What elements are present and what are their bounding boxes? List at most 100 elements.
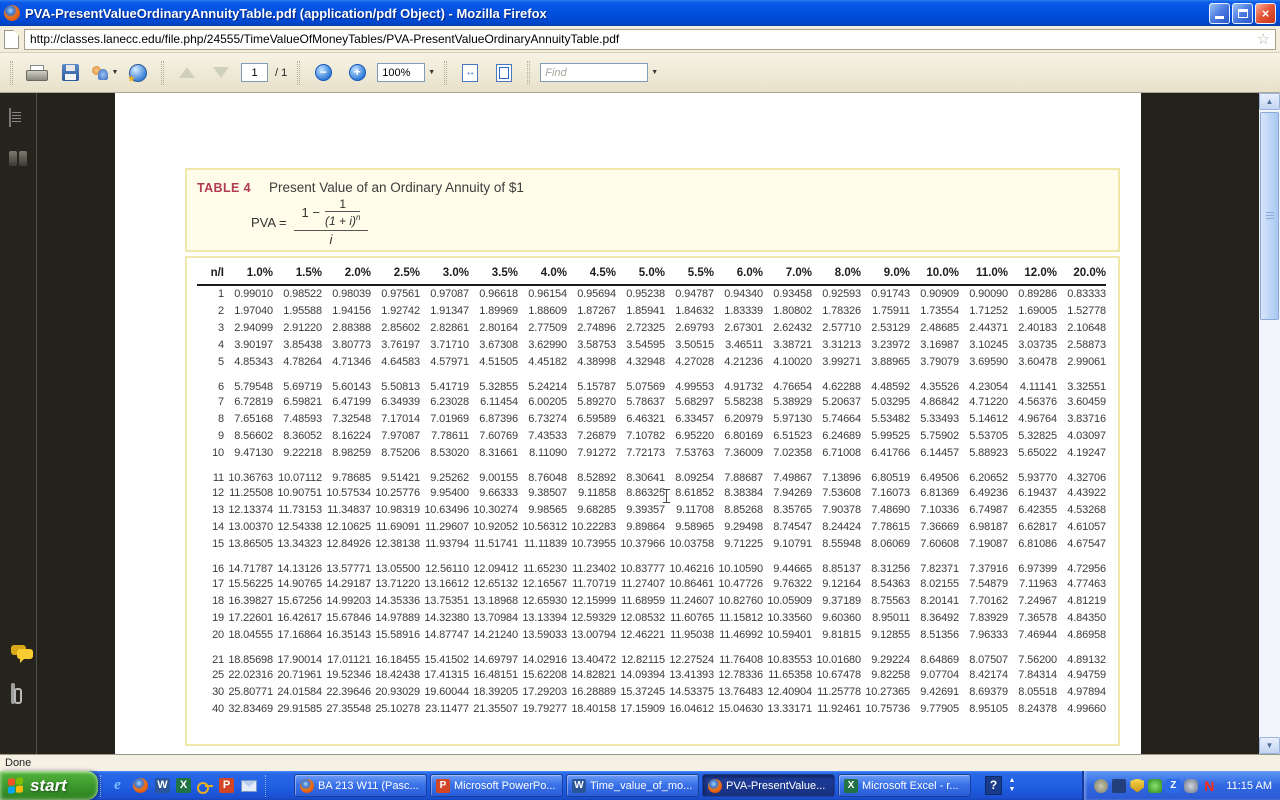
taskbar-task-4[interactable]: XMicrosoft Excel - r...	[838, 774, 971, 797]
toolbar-chevron-button[interactable]: ▲▼	[1005, 776, 1019, 795]
value-cell: 12.65930	[518, 592, 567, 609]
value-cell: 14.82821	[567, 666, 616, 683]
value-cell: 10.82760	[714, 592, 763, 609]
fit-page-button[interactable]	[489, 58, 519, 88]
value-cell: 8.02155	[910, 575, 959, 592]
tray-app-icon[interactable]	[1148, 779, 1162, 793]
value-cell: 11.51741	[469, 535, 518, 552]
print-button[interactable]	[21, 58, 51, 88]
firefox-icon[interactable]	[132, 777, 149, 794]
value-cell: 13.40472	[567, 643, 616, 666]
taskbar-task-0[interactable]: BA 213 W11 (Pasc...	[294, 774, 427, 797]
value-cell: 27.35548	[322, 700, 371, 717]
arrow-up-icon	[179, 67, 195, 78]
table-row: 109.471309.222188.982598.752068.530208.3…	[197, 444, 1106, 461]
value-cell: 9.11708	[665, 501, 714, 518]
attachments-paperclip-icon[interactable]	[11, 683, 15, 704]
previous-page-button[interactable]	[172, 58, 202, 88]
value-cell: 18.85698	[224, 643, 273, 666]
value-cell: 7.37916	[959, 552, 1008, 575]
firefox-icon	[300, 779, 314, 793]
zoom-level-select[interactable]: 100%	[377, 63, 425, 82]
value-cell: 15.67846	[322, 609, 371, 626]
norton-icon[interactable]: N	[1202, 779, 1216, 793]
value-cell: 7.72173	[616, 444, 665, 461]
volume-icon[interactable]	[1184, 779, 1198, 793]
fit-width-button[interactable]: ↔	[455, 58, 485, 88]
internet-explorer-icon[interactable]: e	[109, 777, 126, 794]
powerpoint-icon[interactable]: P	[219, 778, 234, 793]
value-cell: 13.00370	[224, 518, 273, 535]
scroll-down-button[interactable]: ▼	[1259, 737, 1280, 754]
zoom-dropdown-caret[interactable]: ▼	[425, 63, 438, 82]
period-cell: 18	[197, 592, 224, 609]
value-cell: 9.29224	[861, 643, 910, 666]
task-label: Microsoft PowerPo...	[454, 780, 555, 792]
close-button[interactable]: ×	[1255, 3, 1276, 24]
taskbar-task-3[interactable]: PVA-PresentValue...	[702, 774, 835, 797]
key-icon[interactable]	[197, 778, 213, 794]
value-cell: 5.53482	[861, 410, 910, 427]
taskbar-task-2[interactable]: WTime_value_of_mo...	[566, 774, 699, 797]
address-bar: http://classes.lanecc.edu/file.php/24555…	[0, 26, 1280, 53]
excel-icon[interactable]: X	[176, 778, 191, 793]
value-cell: 4.86842	[910, 393, 959, 410]
pages-panel-icon[interactable]	[9, 108, 11, 127]
page-number-input[interactable]: 1	[241, 63, 268, 82]
toolbar-grip	[297, 61, 300, 85]
language-bar-button[interactable]: ?	[985, 776, 1002, 795]
value-cell: 5.33493	[910, 410, 959, 427]
tray-app-icon[interactable]	[1094, 779, 1108, 793]
table-row: 65.795485.697195.601435.508135.417195.32…	[197, 370, 1106, 393]
web-button[interactable]	[123, 58, 153, 88]
value-cell: 1.78326	[812, 302, 861, 319]
value-cell: 13.70984	[469, 609, 518, 626]
value-cell: 11.25778	[812, 683, 861, 700]
bookmark-star-icon[interactable]: ☆	[1257, 32, 1270, 47]
outlook-mail-icon[interactable]	[240, 777, 257, 794]
period-cell: 17	[197, 575, 224, 592]
value-cell: 10.67478	[812, 666, 861, 683]
formula-inner-denominator: (1 + i)	[325, 214, 356, 228]
tray-z-icon[interactable]: Z	[1166, 779, 1180, 793]
table-row: 3025.8077124.0158422.3964620.9302919.600…	[197, 683, 1106, 700]
value-cell: 14.87747	[420, 626, 469, 643]
value-cell: 6.62817	[1008, 518, 1057, 535]
search-binoculars-icon[interactable]	[9, 151, 29, 166]
restore-button[interactable]	[1232, 3, 1253, 24]
find-dropdown-caret[interactable]: ▼	[648, 63, 661, 82]
value-cell: 6.51523	[763, 427, 812, 444]
scrollbar-thumb[interactable]	[1260, 112, 1279, 320]
value-cell: 7.97087	[371, 427, 420, 444]
taskbar-task-1[interactable]: PMicrosoft PowerPo...	[430, 774, 563, 797]
word-icon[interactable]: W	[155, 778, 170, 793]
value-cell: 4.03097	[1057, 427, 1106, 444]
next-page-button[interactable]	[206, 58, 236, 88]
value-cell: 16.04612	[665, 700, 714, 717]
value-cell: 7.60608	[910, 535, 959, 552]
annuity-table-body: 10.990100.985220.980390.975610.970870.96…	[197, 285, 1106, 717]
shield-icon[interactable]	[1130, 779, 1144, 793]
start-button[interactable]: start	[0, 771, 98, 800]
save-icon	[62, 64, 79, 81]
find-input[interactable]: Find	[540, 63, 648, 82]
url-input[interactable]: http://classes.lanecc.edu/file.php/24555…	[24, 29, 1276, 50]
collaborate-button[interactable]: ▼	[89, 58, 119, 88]
value-cell: 8.74547	[763, 518, 812, 535]
value-cell: 13.86505	[224, 535, 273, 552]
zoom-out-button[interactable]: −	[308, 58, 338, 88]
tray-app-icon[interactable]	[1112, 779, 1126, 793]
value-cell: 6.00205	[518, 393, 567, 410]
zoom-in-button[interactable]: +	[342, 58, 372, 88]
value-cell: 4.71220	[959, 393, 1008, 410]
value-cell: 2.62432	[763, 319, 812, 336]
value-cell: 3.88965	[861, 353, 910, 370]
scroll-up-button[interactable]: ▲	[1259, 93, 1280, 110]
value-cell: 7.32548	[322, 410, 371, 427]
minimize-button[interactable]	[1209, 3, 1230, 24]
vertical-scrollbar[interactable]: ▲ ▼	[1259, 93, 1280, 754]
value-cell: 5.97130	[763, 410, 812, 427]
save-button[interactable]	[55, 58, 85, 88]
url-text: http://classes.lanecc.edu/file.php/24555…	[30, 32, 1257, 46]
find-placeholder: Find	[545, 67, 566, 79]
